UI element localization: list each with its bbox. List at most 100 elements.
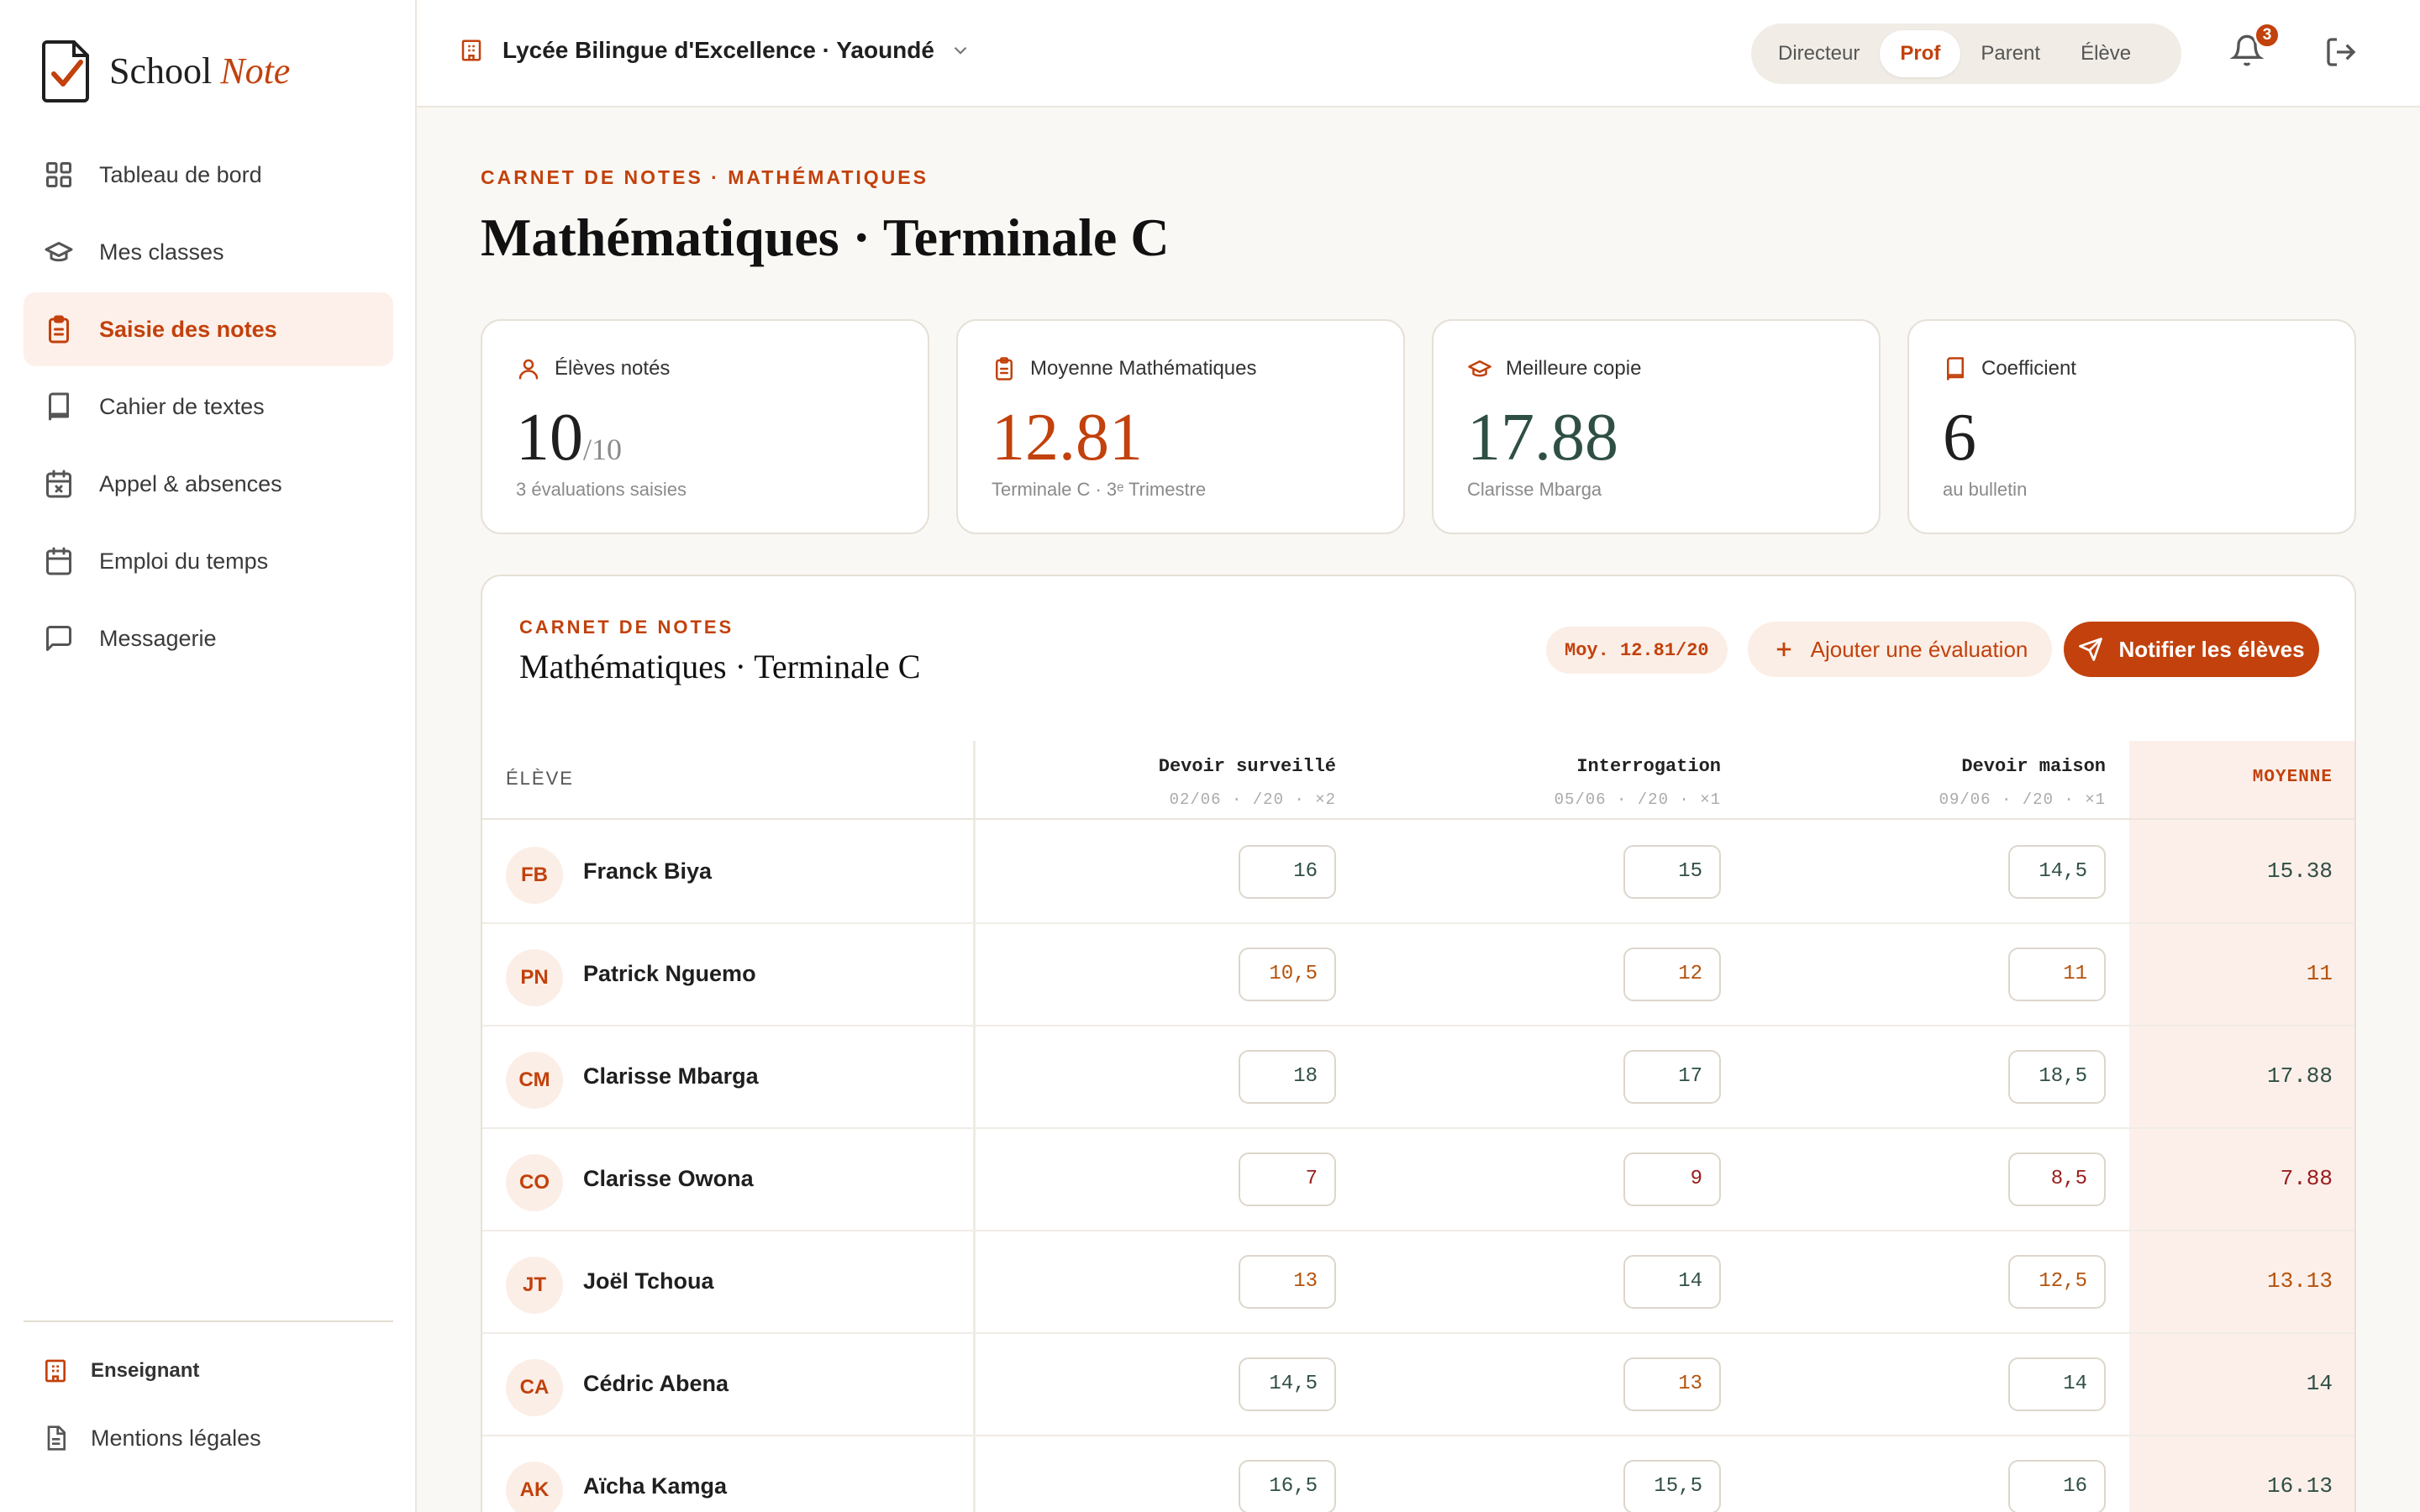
clipboard-icon	[996, 357, 1013, 381]
avatar: FB	[506, 847, 563, 904]
add-evaluation-button[interactable]: Ajouter une évaluation	[1748, 622, 2052, 677]
table-row: CM Clarisse Mbarga 18 17 18,5 17.88	[482, 1026, 2354, 1129]
sidebar-item-label: Saisie des notes	[99, 316, 277, 342]
stat-value: 10/10	[516, 400, 622, 476]
chat-icon	[46, 626, 71, 651]
grade-input[interactable]: 16	[1239, 845, 1336, 899]
grade-input[interactable]: 15	[1623, 845, 1721, 899]
role-tab-3[interactable]: Parent	[1960, 30, 2060, 77]
student-name[interactable]: Patrick Nguemo	[583, 961, 756, 987]
stat-card: Coefficient 6 au bulletin	[1907, 319, 2356, 534]
table-row: CO Clarisse Owona 7 9 8,5 7.88	[482, 1129, 2354, 1231]
sidebar-item-saisie-des-notes[interactable]: Saisie des notes	[24, 292, 393, 366]
stat-label-text: Coefficient	[1981, 357, 2076, 380]
stat-value-number: 12.81	[992, 401, 1143, 475]
student-name[interactable]: Aïcha Kamga	[583, 1473, 727, 1499]
calendar-icon	[46, 547, 71, 575]
student-average: 13.13	[2266, 1268, 2333, 1294]
grade-input[interactable]: 14	[2008, 1357, 2106, 1411]
chevron-down-icon	[954, 46, 967, 55]
legal-link-label: Mentions légales	[91, 1425, 261, 1451]
add-evaluation-label: Ajouter une évaluation	[1810, 636, 2028, 662]
legal-link[interactable]: Mentions légales	[42, 1425, 261, 1452]
evaluation-meta: 09/06 · /20 · ×1	[1939, 790, 2106, 809]
stat-value: 6	[1943, 400, 1976, 476]
notifications-button[interactable]: 3	[2229, 22, 2281, 74]
sidebar-item-mes-classes[interactable]: Mes classes	[24, 215, 393, 289]
grade-input[interactable]: 9	[1623, 1152, 1721, 1206]
grade-input[interactable]: 12	[1623, 948, 1721, 1001]
stat-subtitle: Terminale C · 3ᵉ Trimestre	[992, 479, 1207, 500]
stat-value-suffix: /10	[583, 433, 623, 466]
evaluation-column-header[interactable]: Interrogation 05/06 · /20 · ×1	[1351, 756, 1721, 809]
gradebook-eyebrow: CARNET DE NOTES	[519, 617, 734, 638]
table-row: JT Joël Tchoua 13 14 12,5 13.13	[482, 1231, 2354, 1334]
sidebar-item-label: Emploi du temps	[99, 548, 269, 574]
document-icon	[47, 1425, 66, 1451]
student-average: 16.13	[2266, 1473, 2333, 1499]
sidebar-item-label: Cahier de textes	[99, 393, 265, 419]
logout-button[interactable]	[2324, 35, 2358, 69]
user-icon	[518, 359, 539, 380]
grade-input[interactable]: 18	[1239, 1050, 1336, 1104]
page-title: Mathématiques · Terminale C	[481, 207, 1170, 267]
grade-input[interactable]: 12,5	[2008, 1255, 2106, 1309]
sidebar-item-cahier-de-textes[interactable]: Cahier de textes	[24, 370, 393, 444]
grade-input[interactable]: 16	[2008, 1460, 2106, 1512]
stat-card: Meilleure copie 17.88 Clarisse Mbarga	[1432, 319, 1881, 534]
grade-input[interactable]: 18,5	[2008, 1050, 2106, 1104]
building-icon	[461, 39, 481, 61]
plus-icon	[1776, 642, 1791, 657]
grade-input[interactable]: 11	[2008, 948, 2106, 1001]
table-row: FB Franck Biya 16 15 14,5 15.38	[482, 822, 2354, 924]
class-average-chip: Moy. 12.81/20	[1546, 627, 1728, 674]
student-average: 15.38	[2266, 858, 2333, 884]
grade-input[interactable]: 14	[1623, 1255, 1721, 1309]
graduation-cap-icon	[1468, 360, 1491, 377]
school-selector[interactable]: Lycée Bilingue d'Excellence · Yaoundé	[459, 37, 971, 64]
student-name[interactable]: Franck Biya	[583, 858, 712, 885]
sidebar-item-messagerie[interactable]: Messagerie	[24, 601, 393, 675]
grade-input[interactable]: 8,5	[2008, 1152, 2106, 1206]
student-average: 7.88	[2280, 1166, 2333, 1191]
brand[interactable]: School Note	[42, 39, 290, 102]
grade-input[interactable]: 10,5	[1239, 948, 1336, 1001]
sidebar-item-tableau-de-bord[interactable]: Tableau de bord	[24, 138, 393, 212]
avatar: CO	[506, 1154, 563, 1211]
grade-input[interactable]: 15,5	[1623, 1460, 1721, 1512]
sidebar-item-emploi-du-temps[interactable]: Emploi du temps	[24, 524, 393, 598]
role-tab-2[interactable]: Prof	[1880, 30, 1961, 77]
student-average: 17.88	[2266, 1063, 2333, 1089]
student-name[interactable]: Cédric Abena	[583, 1371, 729, 1397]
grade-input[interactable]: 16,5	[1239, 1460, 1336, 1512]
student-name[interactable]: Clarisse Mbarga	[583, 1063, 759, 1089]
role-tab-4[interactable]: Élève	[2060, 30, 2151, 77]
evaluation-column-header[interactable]: Devoir maison 09/06 · /20 · ×1	[1736, 756, 2106, 809]
stat-label: Moyenne Mathématiques	[992, 356, 1256, 381]
sidebar-nav: Tableau de bord Mes classes Saisie des not…	[24, 138, 393, 679]
stat-label: Élèves notés	[516, 356, 670, 381]
grade-input[interactable]: 13	[1239, 1255, 1336, 1309]
student-name[interactable]: Joël Tchoua	[583, 1268, 714, 1294]
student-name[interactable]: Clarisse Owona	[583, 1166, 754, 1192]
sidebar-item-label: Mes classes	[99, 239, 224, 265]
role-switcher: Directeur Prof Parent Élève	[1751, 24, 2181, 84]
grade-input[interactable]: 13	[1623, 1357, 1721, 1411]
evaluation-meta: 02/06 · /20 · ×2	[1169, 790, 1336, 809]
stat-subtitle: Clarisse Mbarga	[1467, 479, 1602, 500]
notify-students-button[interactable]: Notifier les élèves	[2064, 622, 2319, 677]
grid-icon	[46, 162, 71, 187]
grade-input[interactable]: 14,5	[2008, 845, 2106, 899]
stat-label: Meilleure copie	[1467, 356, 1641, 381]
evaluation-column-header[interactable]: Devoir surveillé 02/06 · /20 · ×2	[966, 756, 1336, 809]
grade-input[interactable]: 17	[1623, 1050, 1721, 1104]
send-icon	[2079, 638, 2103, 661]
grade-input[interactable]: 7	[1239, 1152, 1336, 1206]
stat-label-text: Élèves notés	[555, 357, 671, 380]
role-tab-1[interactable]: Directeur	[1758, 30, 1880, 77]
avatar: CM	[506, 1052, 563, 1109]
sidebar-item-appel-absences[interactable]: Appel & absences	[24, 447, 393, 521]
grade-input[interactable]: 14,5	[1239, 1357, 1336, 1411]
stat-subtitle: 3 évaluations saisies	[516, 479, 687, 500]
table-header: ÉLÈVE Devoir surveillé 02/06 · /20 · ×2 In…	[482, 741, 2354, 820]
